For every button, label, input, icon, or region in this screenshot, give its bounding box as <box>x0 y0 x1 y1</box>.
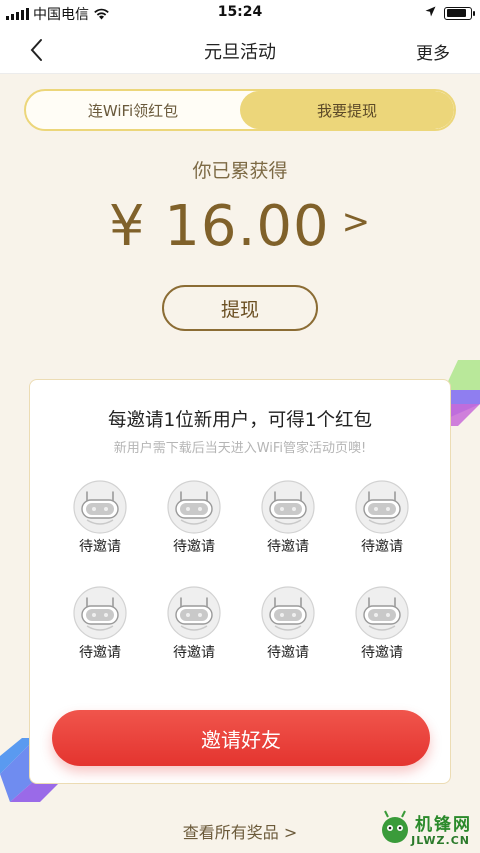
invite-slot-label: 待邀请 <box>361 539 403 555</box>
invite-slot[interactable]: 待邀请 <box>248 480 328 556</box>
robot-avatar-placeholder-icon <box>355 586 409 640</box>
invite-card: 每邀请1位新用户，可得1个红包 新用户需下载后当天进入WiFi管家活动页噢! 待… <box>29 379 451 784</box>
invite-slot[interactable]: 待邀请 <box>342 480 422 556</box>
status-bar: 中国电信 15:24 <box>0 0 480 26</box>
invite-slot-label: 待邀请 <box>267 645 309 661</box>
robot-avatar-placeholder-icon <box>167 586 221 640</box>
invite-card-subtitle: 新用户需下载后当天进入WiFi管家活动页噢! <box>113 441 367 456</box>
robot-avatar-placeholder-icon <box>261 586 315 640</box>
tab-withdraw[interactable]: 我要提现 <box>240 91 454 129</box>
invite-slot[interactable]: 待邀请 <box>60 586 140 662</box>
invite-slot-label: 待邀请 <box>267 539 309 555</box>
invite-slot[interactable]: 待邀请 <box>248 586 328 662</box>
robot-avatar-placeholder-icon <box>73 480 127 534</box>
watermark-text: 机锋网 <box>415 815 472 835</box>
status-right <box>425 5 475 21</box>
page-title: 元旦活动 <box>204 42 276 63</box>
invite-slot-label: 待邀请 <box>173 645 215 661</box>
invite-slot-label: 待邀请 <box>173 539 215 555</box>
invite-slot[interactable]: 待邀请 <box>154 586 234 662</box>
location-arrow-icon <box>425 5 436 21</box>
nav-bar: 元旦活动 更多 <box>0 26 480 74</box>
more-button[interactable]: 更多 <box>416 39 450 64</box>
invite-friends-button[interactable]: 邀请好友 <box>52 710 430 766</box>
invite-slot-label: 待邀请 <box>79 645 121 661</box>
watermark-domain: JLWZ.CN <box>411 834 470 847</box>
earned-label: 你已累获得 <box>192 160 288 182</box>
earned-amount-link[interactable]: ¥ 16.00 > <box>0 194 480 259</box>
battery-level <box>446 9 467 17</box>
invite-slot-label: 待邀请 <box>79 539 121 555</box>
back-button[interactable] <box>24 36 52 64</box>
status-time: 15:24 <box>217 4 263 20</box>
invite-slot[interactable]: 待邀请 <box>342 586 422 662</box>
invite-slot-label: 待邀请 <box>361 645 403 661</box>
battery-icon <box>444 6 475 20</box>
withdraw-button[interactable]: 提现 <box>162 285 318 331</box>
robot-avatar-placeholder-icon <box>261 480 315 534</box>
robot-avatar-placeholder-icon <box>355 480 409 534</box>
robot-avatar-placeholder-icon <box>73 586 127 640</box>
robot-avatar-placeholder-icon <box>167 480 221 534</box>
robot-mascot-icon <box>382 810 408 843</box>
tab-wifi-red-packet[interactable]: 连WiFi领红包 <box>26 91 240 129</box>
chevron-right-icon: > <box>341 202 372 242</box>
watermark: 机锋网 JLWZ.CN <box>378 806 476 850</box>
invite-card-title: 每邀请1位新用户，可得1个红包 <box>107 410 373 431</box>
segment-tabs: 连WiFi领红包 我要提现 <box>24 89 456 131</box>
earned-amount: ¥ 16.00 <box>108 194 330 259</box>
chevron-left-icon <box>30 39 42 61</box>
invite-slot[interactable]: 待邀请 <box>154 480 234 556</box>
invite-slot[interactable]: 待邀请 <box>60 480 140 556</box>
invite-slots-grid: 待邀请 待邀请 待邀请 待邀请 待邀请 待邀请 待邀请 待邀请 <box>60 480 422 680</box>
